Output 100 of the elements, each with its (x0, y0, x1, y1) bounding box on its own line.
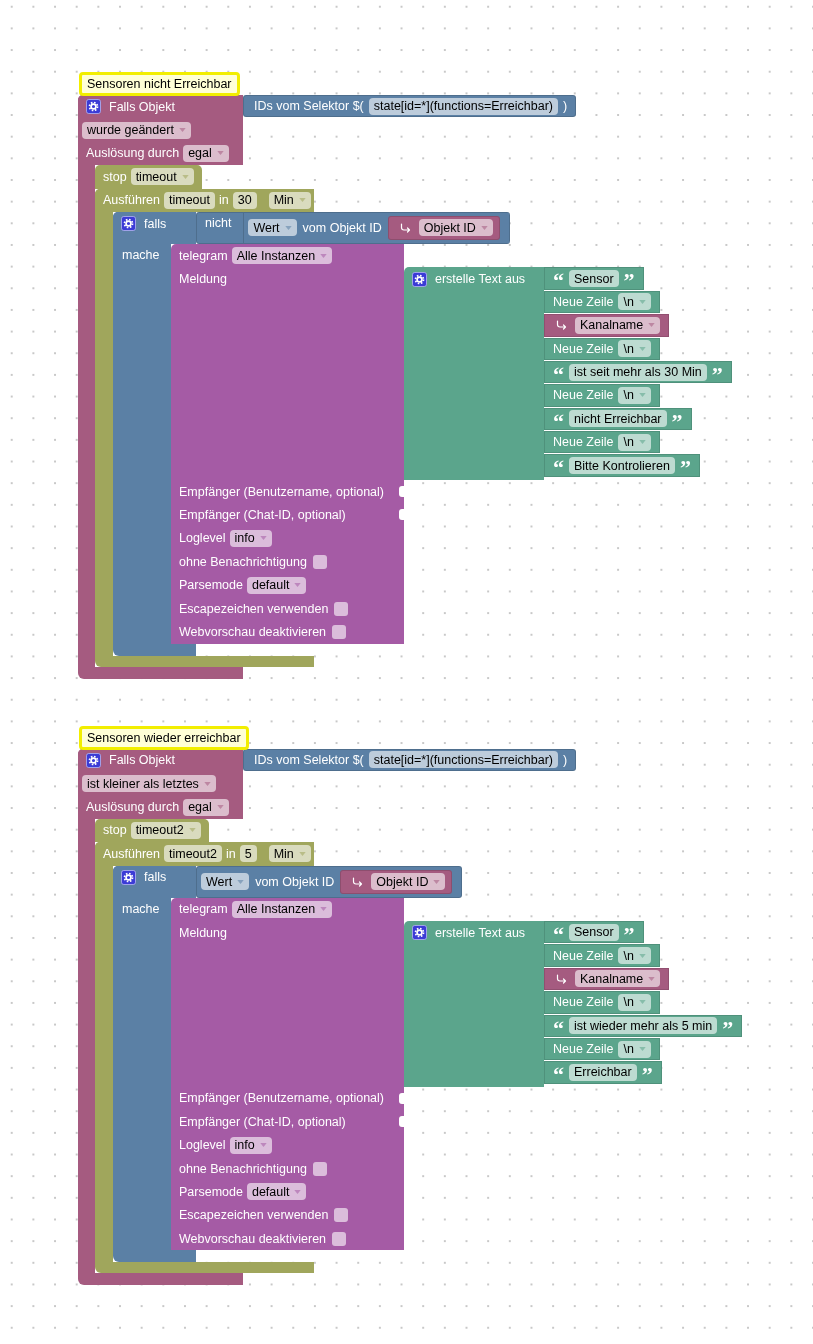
block-label: IDs vom Selektor $( (254, 752, 364, 767)
dropdown-field[interactable]: egal (183, 144, 229, 162)
caret-icon (298, 851, 306, 856)
text-field[interactable]: 30 (232, 191, 257, 209)
block-label: Loglevel (179, 1138, 226, 1153)
block-label: Ausführen (103, 846, 160, 861)
block-label: Parsemode (179, 578, 243, 593)
hook-arrow-icon (555, 320, 567, 331)
gear-icon[interactable] (412, 271, 427, 287)
block-label: Webvorschau deaktivieren (179, 1231, 327, 1246)
dropdown-field[interactable]: \n (618, 993, 651, 1011)
input-socket[interactable] (399, 485, 405, 497)
comment-note: Sensoren wieder erreichbar (79, 725, 249, 750)
dropdown-field[interactable]: \n (618, 387, 651, 404)
dropdown-field[interactable]: Min (268, 191, 311, 209)
dropdown-field[interactable]: \n (618, 433, 651, 451)
quote-mark: ” (623, 924, 635, 945)
gear-icon[interactable] (86, 752, 101, 768)
text-field[interactable]: state[id=*](functions=Erreichbar) (368, 751, 559, 769)
dropdown-field[interactable]: Wert (248, 219, 297, 237)
dropdown-field[interactable]: info (229, 1136, 272, 1154)
dropdown-field[interactable]: \n (618, 293, 651, 311)
block-label: Falls Objekt (109, 753, 175, 768)
input-socket[interactable] (399, 509, 405, 521)
block-label: erstelle Text aus (435, 925, 526, 940)
dropdown-field[interactable]: \n (618, 1040, 651, 1058)
block-label: Neue Zeile (553, 1042, 614, 1057)
dropdown-field[interactable]: info (229, 529, 272, 547)
text-field[interactable]: timeout (164, 191, 215, 209)
text-field[interactable]: 5 (239, 845, 257, 863)
caret-icon (320, 253, 328, 258)
block-label: Neue Zeile (553, 294, 614, 309)
text-field[interactable]: timeout2 (164, 845, 222, 863)
caret-icon (216, 151, 224, 156)
quote-mark: “ (553, 1018, 564, 1039)
caret-icon (320, 907, 328, 912)
dropdown-field[interactable]: ist kleiner als letztes (82, 775, 216, 793)
dropdown-field[interactable]: \n (618, 340, 651, 358)
block-label: in (219, 193, 229, 208)
gear-icon[interactable] (412, 925, 427, 941)
text-field[interactable]: Sensor (569, 923, 619, 941)
block-label: Escapezeichen verwenden (179, 1208, 329, 1223)
quote-mark: ” (671, 411, 683, 432)
dropdown-field[interactable]: timeout (130, 168, 194, 186)
caret-icon (433, 879, 441, 884)
checkbox[interactable] (334, 601, 349, 616)
gear-icon[interactable] (86, 99, 101, 115)
block-label: Parsemode (179, 1184, 243, 1199)
text-field[interactable]: nicht Erreichbar (569, 410, 667, 428)
quote-mark: “ (553, 411, 564, 432)
input-socket[interactable] (399, 1116, 405, 1128)
block-label: ) (563, 99, 568, 113)
text-field[interactable]: ist wieder mehr als 5 min (569, 1017, 718, 1035)
text-field[interactable]: ist seit mehr als 30 Min (569, 363, 707, 381)
caret-icon (294, 1189, 302, 1194)
block-label: vom Objekt ID (255, 874, 335, 889)
quote-mark: “ (553, 364, 564, 385)
caret-icon (648, 323, 656, 328)
dropdown-field[interactable]: Alle Instanzen (231, 900, 333, 918)
block-label: Ausführen (103, 193, 160, 208)
checkbox[interactable] (312, 554, 327, 569)
gear-icon[interactable] (121, 869, 136, 885)
caret-icon (181, 174, 189, 179)
block-label: Empfänger (Chat-ID, optional) (179, 507, 346, 522)
dropdown-field[interactable]: default (246, 576, 307, 594)
dropdown-field[interactable]: Objekt ID (418, 219, 493, 237)
text-field[interactable]: state[id=*](functions=Erreichbar) (368, 97, 559, 115)
checkbox[interactable] (332, 1231, 347, 1246)
input-socket[interactable] (399, 1092, 405, 1104)
block-label: telegram (179, 902, 228, 917)
caret-icon (259, 536, 267, 541)
checkbox[interactable] (334, 1208, 349, 1223)
dropdown-field[interactable]: egal (183, 798, 229, 816)
dropdown-field[interactable]: Min (268, 845, 311, 863)
dropdown-field[interactable]: default (246, 1183, 307, 1201)
text-field[interactable]: Sensor (569, 270, 619, 288)
dropdown-field[interactable]: \n (618, 947, 651, 964)
caret-icon (638, 1047, 646, 1052)
text-field[interactable]: Bitte Kontrolieren (569, 457, 675, 475)
block-label: mache (122, 900, 160, 918)
dropdown-field[interactable]: Wert (201, 873, 250, 891)
gear-icon[interactable] (121, 216, 136, 232)
checkbox[interactable] (332, 624, 347, 639)
checkbox[interactable] (312, 1161, 327, 1176)
block-label: Empfänger (Chat-ID, optional) (179, 1114, 346, 1129)
dropdown-field[interactable]: Objekt ID (371, 873, 446, 891)
block-label: Auslösung durch (86, 800, 180, 815)
dropdown-field[interactable]: Alle Instanzen (231, 247, 333, 265)
dropdown-field[interactable]: wurde geändert (82, 121, 191, 139)
block-label: ohne Benachrichtigung (179, 554, 307, 569)
caret-icon (259, 1143, 267, 1148)
quote-mark: ” (623, 271, 635, 292)
dropdown-field[interactable]: Kanalname (575, 970, 661, 988)
caret-icon (294, 583, 302, 588)
dropdown-field[interactable]: timeout2 (130, 821, 201, 839)
caret-icon (188, 828, 196, 833)
block-label: Neue Zeile (553, 435, 614, 450)
caret-icon (178, 128, 186, 133)
dropdown-field[interactable]: Kanalname (575, 316, 661, 334)
text-field[interactable]: Erreichbar (569, 1063, 637, 1081)
